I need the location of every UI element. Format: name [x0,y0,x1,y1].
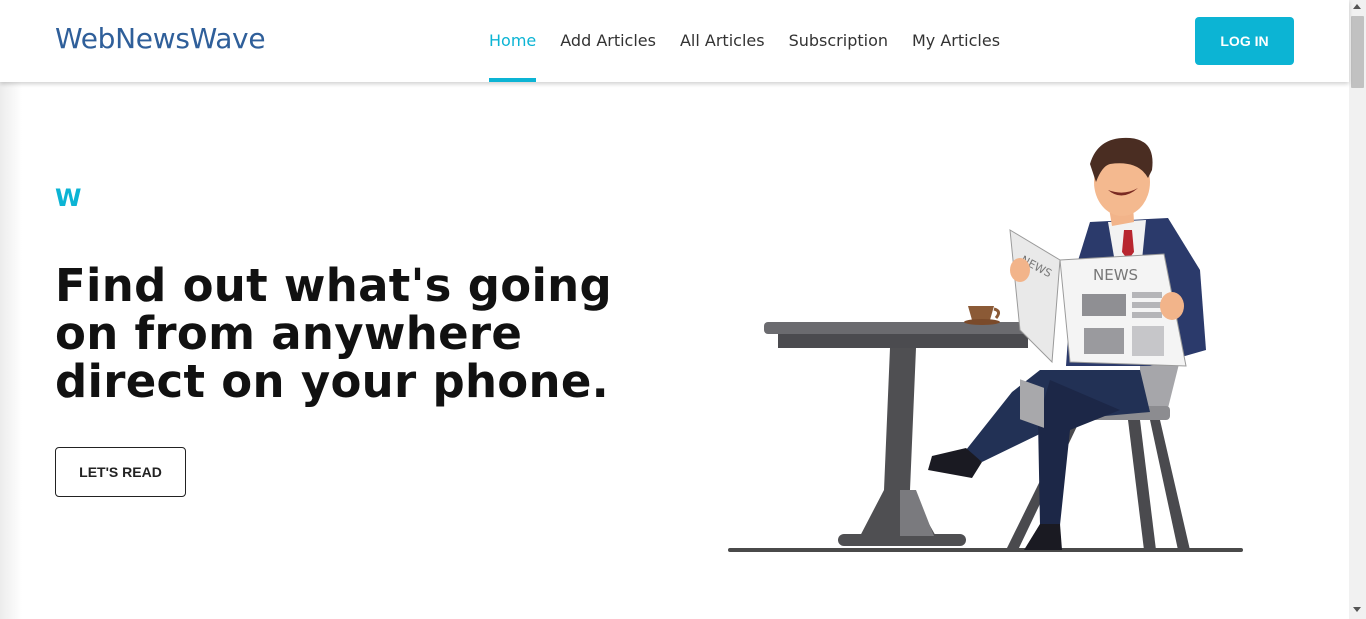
lets-read-button[interactable]: LET'S READ [55,447,186,497]
top-navbar: WebNewsWave Home Add Articles All Articl… [0,0,1349,82]
scroll-down-arrow-icon[interactable] [1353,607,1361,612]
nav-item-add-articles[interactable]: Add Articles [560,0,656,82]
login-button[interactable]: LOG IN [1195,17,1294,65]
hero-title: Find out what's going on from anywhere d… [55,259,613,408]
left-edge-shade [0,82,22,619]
nav-item-subscription[interactable]: Subscription [789,0,888,82]
main-nav: Home Add Articles All Articles Subscript… [489,0,1024,82]
newspaper-headline: NEWS [1093,266,1138,284]
scroll-up-arrow-icon[interactable] [1353,4,1361,9]
scroll-thumb[interactable] [1351,16,1364,88]
man-left-hand [1010,258,1030,282]
man-right-hand [1160,292,1184,320]
man-reading-newspaper-illustration: NEWS NEWS [728,137,1243,552]
nav-item-my-articles[interactable]: My Articles [912,0,1000,82]
coffee-cup [964,306,1001,325]
hero-badge: W [55,184,82,212]
page-scrollbar[interactable] [1349,0,1366,619]
nav-item-home[interactable]: Home [489,0,537,82]
man-head [1090,137,1153,226]
site-logo[interactable]: WebNewsWave [55,22,266,55]
nav-item-all-articles[interactable]: All Articles [680,0,765,82]
floor-shadow [728,548,1243,552]
